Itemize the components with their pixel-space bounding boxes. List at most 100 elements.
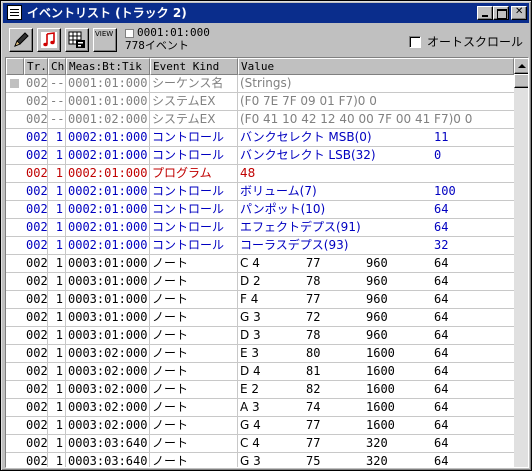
- position-cell[interactable]: 0003:01:000: [66, 327, 150, 344]
- column-header-marker[interactable]: [6, 58, 24, 75]
- track-cell[interactable]: 002: [24, 399, 48, 416]
- event-row[interactable]: 002 1 0003:01:000 ノート D 3 78 960 64: [6, 327, 514, 345]
- row-marker[interactable]: [6, 309, 24, 326]
- minimize-button[interactable]: [477, 6, 493, 20]
- channel-cell[interactable]: --: [48, 93, 66, 110]
- value-cell[interactable]: コーラスデプス(93) 32: [238, 237, 514, 254]
- row-marker[interactable]: [6, 183, 24, 200]
- channel-cell[interactable]: 1: [48, 381, 66, 398]
- scroll-up-button[interactable]: [514, 58, 528, 74]
- track-cell[interactable]: 002: [24, 111, 48, 128]
- position-cell[interactable]: 0001:01:000: [66, 75, 150, 92]
- event-row[interactable]: 002 1 0002:01:000 コントロール パンポット(10) 64: [6, 201, 514, 219]
- position-cell[interactable]: 0003:03:640: [66, 435, 150, 452]
- channel-cell[interactable]: 1: [48, 327, 66, 344]
- channel-cell[interactable]: 1: [48, 309, 66, 326]
- channel-cell[interactable]: 1: [48, 291, 66, 308]
- column-header-channel[interactable]: Ch: [48, 58, 66, 75]
- event-row[interactable]: 002 1 0003:01:000 ノート F 4 77 960 64: [6, 291, 514, 309]
- track-cell[interactable]: 002: [24, 291, 48, 308]
- track-cell[interactable]: 002: [24, 165, 48, 182]
- event-kind-cell[interactable]: システムEX: [150, 93, 238, 110]
- row-marker[interactable]: [6, 327, 24, 344]
- event-row[interactable]: 002 1 0003:01:000 ノート D 2 78 960 64: [6, 273, 514, 291]
- column-header-position[interactable]: Meas:Bt:Tik: [66, 58, 150, 75]
- value-cell[interactable]: C 4 77 320 64: [238, 435, 514, 452]
- event-kind-cell[interactable]: ノート: [150, 291, 238, 308]
- channel-cell[interactable]: 1: [48, 201, 66, 218]
- channel-cell[interactable]: 1: [48, 147, 66, 164]
- channel-cell[interactable]: --: [48, 75, 66, 92]
- track-cell[interactable]: 002: [24, 255, 48, 272]
- grid-tool-button[interactable]: [65, 28, 89, 52]
- value-cell[interactable]: バンクセレクト MSB(0) 11: [238, 129, 514, 146]
- value-cell[interactable]: バンクセレクト LSB(32) 0: [238, 147, 514, 164]
- row-marker[interactable]: [6, 345, 24, 362]
- event-row[interactable]: 002 1 0003:01:000 ノート G 3 72 960 64: [6, 309, 514, 327]
- row-marker[interactable]: [6, 165, 24, 182]
- channel-cell[interactable]: 1: [48, 219, 66, 236]
- column-header-event-kind[interactable]: Event Kind: [150, 58, 238, 75]
- event-kind-cell[interactable]: ノート: [150, 309, 238, 326]
- event-row[interactable]: 002 -- 0001:01:000 シーケンス名 (Strings): [6, 75, 514, 93]
- event-row[interactable]: 002 1 0002:01:000 プログラム 48: [6, 165, 514, 183]
- event-row[interactable]: 002 1 0002:01:000 コントロール エフェクトデプス(91) 64: [6, 219, 514, 237]
- row-marker[interactable]: [6, 417, 24, 434]
- event-row[interactable]: 002 1 0003:02:000 ノート A 3 74 1600 64: [6, 399, 514, 417]
- event-kind-cell[interactable]: ノート: [150, 453, 238, 467]
- position-cell[interactable]: 0002:01:000: [66, 165, 150, 182]
- row-marker[interactable]: [6, 363, 24, 380]
- event-row[interactable]: 002 1 0002:01:000 コントロール ボリューム(7) 100: [6, 183, 514, 201]
- track-cell[interactable]: 002: [24, 93, 48, 110]
- position-cell[interactable]: 0003:03:640: [66, 453, 150, 467]
- value-cell[interactable]: C 4 77 960 64: [238, 255, 514, 272]
- event-row[interactable]: 002 1 0003:01:000 ノート C 4 77 960 64: [6, 255, 514, 273]
- value-cell[interactable]: E 2 82 1600 64: [238, 381, 514, 398]
- event-kind-cell[interactable]: コントロール: [150, 129, 238, 146]
- event-kind-cell[interactable]: ノート: [150, 435, 238, 452]
- event-kind-cell[interactable]: コントロール: [150, 219, 238, 236]
- channel-cell[interactable]: 1: [48, 237, 66, 254]
- event-kind-cell[interactable]: ノート: [150, 417, 238, 434]
- value-cell[interactable]: G 3 75 320 64: [238, 453, 514, 467]
- row-marker[interactable]: [6, 219, 24, 236]
- event-row[interactable]: 002 1 0003:03:640 ノート C 4 77 320 64: [6, 435, 514, 453]
- note-tool-button[interactable]: [37, 28, 61, 52]
- value-cell[interactable]: D 4 81 1600 64: [238, 363, 514, 380]
- event-kind-cell[interactable]: シーケンス名: [150, 75, 238, 92]
- channel-cell[interactable]: 1: [48, 183, 66, 200]
- value-cell[interactable]: D 2 78 960 64: [238, 273, 514, 290]
- channel-cell[interactable]: 1: [48, 345, 66, 362]
- view-button[interactable]: VIEW: [93, 28, 117, 52]
- row-marker[interactable]: [6, 93, 24, 110]
- track-cell[interactable]: 002: [24, 327, 48, 344]
- event-kind-cell[interactable]: プログラム: [150, 165, 238, 182]
- event-row[interactable]: 002 1 0003:02:000 ノート E 2 82 1600 64: [6, 381, 514, 399]
- close-button[interactable]: [511, 6, 527, 20]
- event-kind-cell[interactable]: コントロール: [150, 183, 238, 200]
- position-cell[interactable]: 0003:02:000: [66, 399, 150, 416]
- track-cell[interactable]: 002: [24, 237, 48, 254]
- column-header-value[interactable]: Value: [238, 58, 514, 75]
- position-cell[interactable]: 0002:01:000: [66, 147, 150, 164]
- track-cell[interactable]: 002: [24, 147, 48, 164]
- event-row[interactable]: 002 1 0002:01:000 コントロール バンクセレクト LSB(32) 0: [6, 147, 514, 165]
- app-icon[interactable]: [7, 5, 22, 20]
- event-kind-cell[interactable]: ノート: [150, 381, 238, 398]
- event-row[interactable]: 002 1 0003:02:000 ノート G 4 77 1600 64: [6, 417, 514, 435]
- channel-cell[interactable]: 1: [48, 435, 66, 452]
- position-cell[interactable]: 0003:01:000: [66, 255, 150, 272]
- autoscroll-label[interactable]: オートスクロール: [427, 34, 523, 50]
- event-kind-cell[interactable]: ノート: [150, 345, 238, 362]
- track-cell[interactable]: 002: [24, 219, 48, 236]
- column-header-track[interactable]: Tr.: [24, 58, 48, 75]
- event-kind-cell[interactable]: ノート: [150, 327, 238, 344]
- channel-cell[interactable]: 1: [48, 417, 66, 434]
- vertical-scrollbar[interactable]: [514, 58, 528, 467]
- position-cell[interactable]: 0003:02:000: [66, 363, 150, 380]
- track-cell[interactable]: 002: [24, 435, 48, 452]
- position-cell[interactable]: 0002:01:000: [66, 183, 150, 200]
- row-marker[interactable]: [6, 435, 24, 452]
- position-cell[interactable]: 0003:02:000: [66, 417, 150, 434]
- row-marker[interactable]: [6, 147, 24, 164]
